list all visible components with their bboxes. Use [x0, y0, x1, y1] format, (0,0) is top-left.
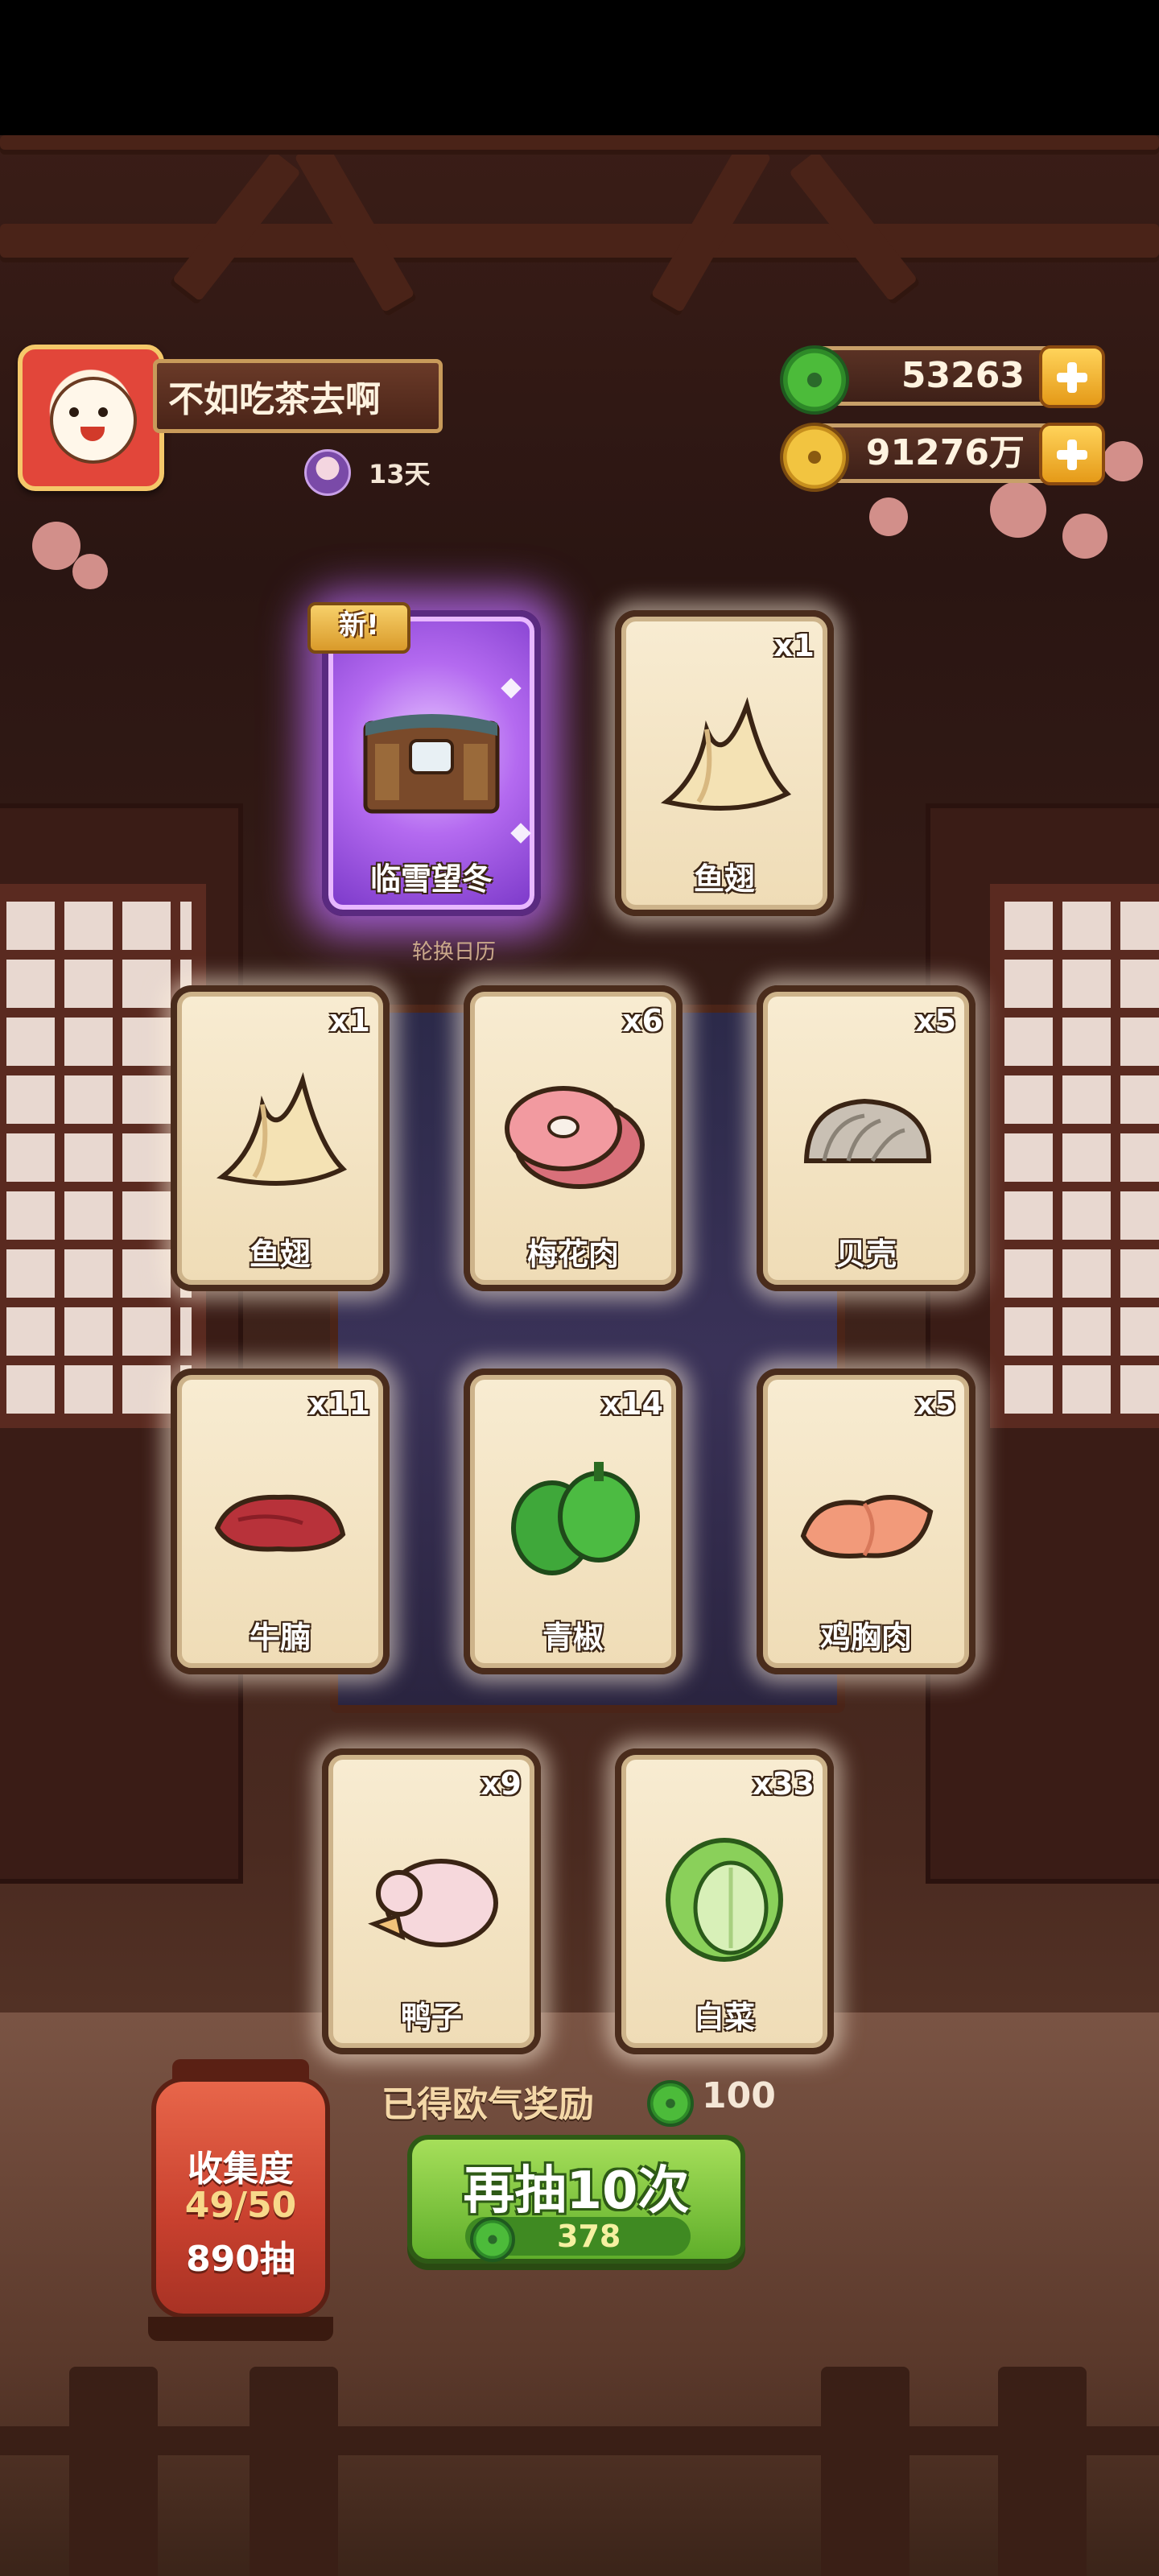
- new-badge: 新!: [307, 602, 410, 654]
- card-label: 贝壳: [835, 1236, 897, 1272]
- card-quantity: x5: [915, 1003, 956, 1038]
- cabbage-icon: [650, 1819, 798, 1967]
- sparkle-icon: [510, 823, 531, 844]
- card-label: 鱼翅: [249, 1236, 311, 1272]
- green-pepper-icon: [499, 1439, 647, 1587]
- card-item[interactable]: x5 贝壳: [757, 985, 975, 1291]
- jade-coin-icon: [470, 2217, 515, 2262]
- blossom: [990, 481, 1046, 538]
- draw-ten-button[interactable]: 再抽10次 378: [407, 2135, 745, 2264]
- railing-post: [69, 2367, 158, 2576]
- blossom: [32, 522, 80, 570]
- shark-fin-icon: [206, 1056, 354, 1204]
- draw-button-label: 再抽10次: [463, 2161, 690, 2221]
- blossom: [72, 554, 108, 589]
- collection-lantern[interactable]: 收集度 49/50 890抽: [148, 2059, 333, 2341]
- railing-post: [998, 2367, 1087, 2576]
- bear-avatar-icon: [50, 377, 137, 464]
- card-item[interactable]: x33 白菜: [615, 1748, 834, 2054]
- streak-days: 13天: [369, 459, 431, 489]
- card-quantity: x9: [481, 1766, 522, 1802]
- coin-currency-bar: 91276万: [780, 423, 1105, 492]
- coin-amount: 91276万: [865, 432, 1025, 473]
- card-quantity: x14: [600, 1386, 663, 1422]
- jade-coin-icon: [780, 345, 849, 415]
- card-item[interactable]: x11 牛腩: [171, 1368, 390, 1674]
- card-label: 鱼翅: [693, 861, 755, 897]
- player-name[interactable]: 不如吃茶去啊: [153, 359, 443, 433]
- pork-meat-icon: [499, 1056, 647, 1204]
- card-label: 青椒: [542, 1620, 604, 1655]
- railing-post: [821, 2367, 909, 2576]
- card-label: 鸡胸肉: [819, 1620, 912, 1655]
- collection-draws: 890抽: [186, 2239, 295, 2280]
- right-window: [990, 884, 1159, 1428]
- chicken-breast-icon: [792, 1439, 940, 1587]
- beef-icon: [206, 1439, 354, 1587]
- card-label: 白菜: [693, 2000, 755, 2035]
- card-item[interactable]: x5 鸡胸肉: [757, 1368, 975, 1674]
- railing-post: [250, 2367, 338, 2576]
- mural-caption: 轮换日历: [412, 940, 497, 964]
- shark-fin-icon: [650, 681, 798, 829]
- collection-title: 收集度: [188, 2149, 294, 2190]
- add-coins-button[interactable]: [1039, 423, 1105, 485]
- draw-cost: 378: [557, 2219, 621, 2254]
- card-quantity: x1: [329, 1003, 370, 1038]
- avatar[interactable]: [18, 345, 164, 491]
- card-item[interactable]: x1 鱼翅: [171, 985, 390, 1291]
- blossom: [869, 497, 908, 536]
- gold-coin-icon: [780, 423, 849, 492]
- collection-progress: 49/50: [184, 2185, 297, 2226]
- card-label: 临雪望冬: [369, 861, 493, 897]
- blossom: [1062, 514, 1107, 559]
- card-label: 鸭子: [400, 2000, 462, 2035]
- jade-currency-bar: 53263: [780, 345, 1105, 415]
- streak-avatar-icon: [304, 449, 351, 496]
- card-quantity: x33: [752, 1766, 815, 1802]
- luck-reward-label: 已得欧气奖励: [382, 2084, 594, 2125]
- card-quantity: x1: [773, 628, 815, 663]
- card-quantity: x11: [307, 1386, 370, 1422]
- stage-scene-icon: [357, 681, 505, 829]
- blossom: [1103, 441, 1143, 481]
- card-item[interactable]: x1 鱼翅: [615, 610, 834, 916]
- card-quantity: x6: [622, 1003, 663, 1038]
- jade-amount: 53263: [901, 355, 1025, 396]
- card-scene[interactable]: 新! 临雪望冬: [307, 602, 541, 916]
- luck-reward-value: 100: [702, 2075, 776, 2116]
- card-item[interactable]: x9 鸭子: [322, 1748, 541, 2054]
- card-label: 梅花肉: [526, 1236, 619, 1272]
- roof-beam: [0, 224, 1159, 262]
- card-item[interactable]: x14 青椒: [464, 1368, 683, 1674]
- clam-shell-icon: [792, 1056, 940, 1204]
- railing-bar: [0, 2426, 1159, 2455]
- card-quantity: x5: [915, 1386, 956, 1422]
- card-label: 牛腩: [249, 1620, 311, 1655]
- card-item[interactable]: x6 梅花肉: [464, 985, 683, 1291]
- jade-coin-icon: [647, 2080, 694, 2127]
- roof-beam-upper: [0, 135, 1159, 155]
- duck-icon: [357, 1819, 505, 1967]
- add-jade-button[interactable]: [1039, 345, 1105, 408]
